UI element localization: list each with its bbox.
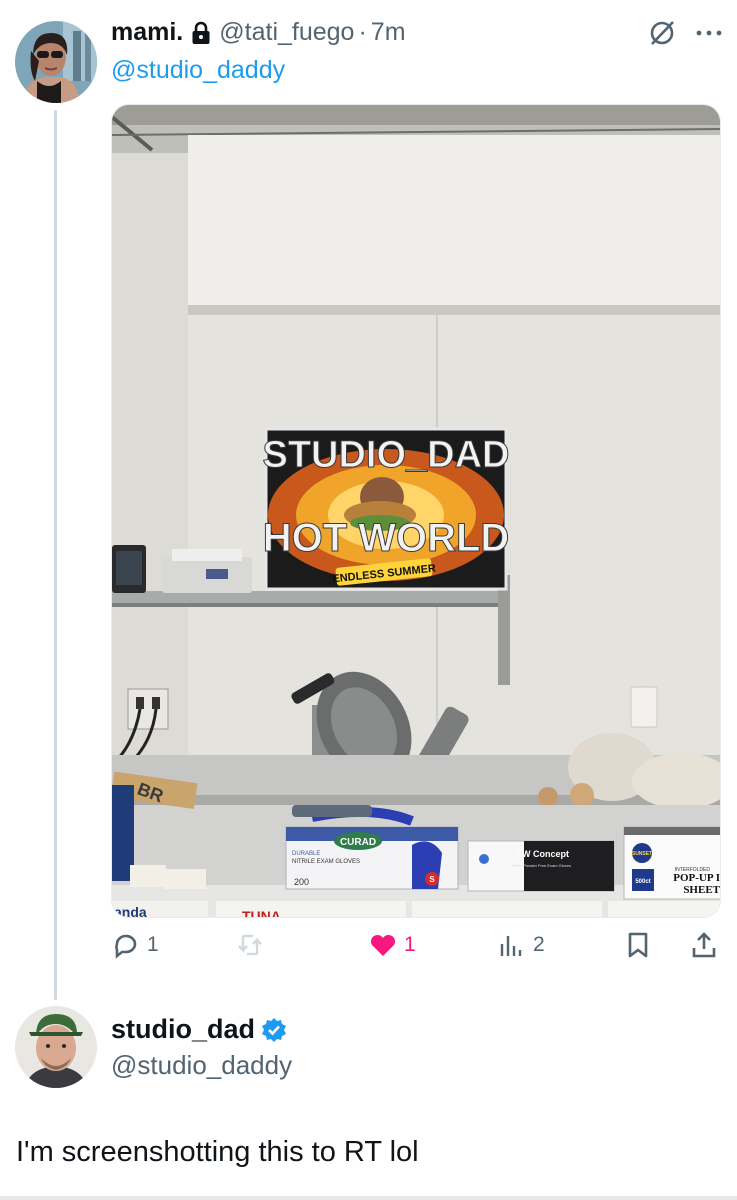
sign-line-2: HOT WORLD <box>263 516 510 560</box>
top-right-icons <box>647 18 723 53</box>
display-name[interactable]: mami. <box>111 18 183 47</box>
action-bar: 1 1 2 <box>111 930 721 966</box>
lw-title: LW Concept <box>517 849 569 859</box>
user-handle[interactable]: @studio_daddy <box>111 1050 292 1081</box>
panda-label: anda <box>114 904 147 918</box>
user-handle[interactable]: @tati_fuego <box>219 18 354 47</box>
reply-author: studio_dad <box>111 1014 287 1045</box>
tweet-text: I'm screenshotting this to RT lol <box>16 1136 419 1168</box>
glove-brand: CURAD <box>340 837 376 848</box>
reply-count: 1 <box>147 933 159 956</box>
sunset-brand: SUNSET <box>632 851 652 857</box>
reply-button[interactable]: 1 <box>111 930 159 960</box>
glove-sub1: DURABLE <box>292 851 320 857</box>
tweet-image[interactable]: STUDIO_DAD HOT WORLD ENDLESS SUMMER BR C… <box>111 104 721 918</box>
photo-deli-counter: STUDIO_DAD HOT WORLD ENDLESS SUMMER BR C… <box>112 105 720 918</box>
avatar-photo <box>15 1006 97 1088</box>
timestamp[interactable]: 7m <box>371 18 406 47</box>
bookmark-icon <box>628 932 648 958</box>
reply-icon <box>115 934 137 959</box>
separator-dot: · <box>358 18 367 46</box>
heart-icon <box>370 934 396 956</box>
tuna-label: TUNA <box>242 908 281 918</box>
lock-icon <box>191 21 211 45</box>
slash-circle-icon[interactable] <box>647 18 677 53</box>
views-button[interactable]: 2 <box>497 930 545 960</box>
avatar[interactable] <box>15 1006 97 1088</box>
lw-sub: Nitrile Powder Free Exam Gloves <box>512 863 571 868</box>
verified-badge-icon <box>262 1017 287 1042</box>
retweet-icon <box>238 934 262 956</box>
tweet-header: mami. @tati_fuego · 7m <box>111 18 406 47</box>
replying-to-link[interactable]: @studio_daddy <box>111 56 285 85</box>
glove-size: S <box>429 875 435 884</box>
like-button[interactable]: 1 <box>368 930 416 960</box>
sunset-line2: SHEET <box>683 884 720 896</box>
retweet-button[interactable] <box>235 930 271 960</box>
glove-sub2: NITRILE EXAM GLOVES <box>292 859 360 865</box>
sunset-count: 500ct <box>635 879 650 885</box>
avatar[interactable] <box>15 21 97 103</box>
views-icon <box>500 936 522 956</box>
sign-line-1: STUDIO_DAD <box>262 434 509 476</box>
avatar-photo <box>15 21 97 103</box>
display-name[interactable]: studio_dad <box>111 1014 255 1045</box>
bookmark-button[interactable] <box>623 930 653 960</box>
thread-connector <box>54 110 57 1000</box>
divider <box>0 1196 737 1200</box>
share-icon <box>692 932 716 958</box>
sunset-line1: POP-UP I <box>673 872 720 884</box>
share-button[interactable] <box>689 930 719 960</box>
glove-count: 200 <box>294 877 309 887</box>
like-count: 1 <box>404 933 416 956</box>
more-icon[interactable] <box>695 18 723 53</box>
views-count: 2 <box>533 933 545 956</box>
